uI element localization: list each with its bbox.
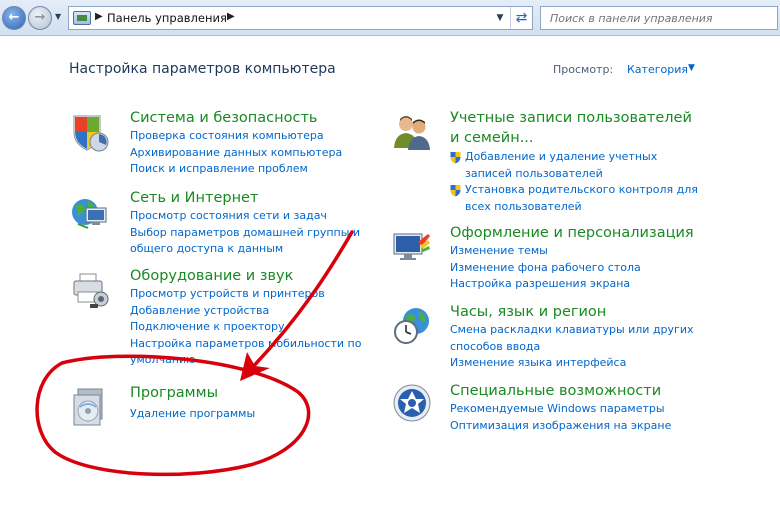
category-network-internet: Сеть и Интернет Просмотр состояния сети … — [130, 188, 365, 258]
view-label: Просмотр: — [553, 63, 614, 76]
category-title[interactable]: Учетные записи пользователей и семейн... — [450, 108, 700, 148]
category-title[interactable]: Сеть и Интернет — [130, 188, 365, 208]
control-panel-icon — [73, 11, 91, 25]
category-title[interactable]: Программы — [130, 383, 330, 403]
view-mode-dropdown[interactable]: Категория — [627, 63, 688, 76]
category-title[interactable]: Оформление и персонализация — [450, 223, 710, 243]
category-appearance: Оформление и персонализация Изменение те… — [450, 223, 710, 293]
link-optimize-visual-display[interactable]: Оптимизация изображения на экране — [450, 418, 710, 435]
user-accounts-icon — [394, 116, 430, 150]
link-change-theme[interactable]: Изменение темы — [450, 243, 710, 260]
programs-icon — [73, 388, 103, 426]
link-mobility-settings[interactable]: Настройка параметров мобильности по умол… — [130, 336, 365, 369]
back-button[interactable]: ← — [2, 6, 26, 30]
page-title: Настройка параметров компьютера — [69, 61, 336, 77]
category-title[interactable]: Оборудование и звук — [130, 266, 365, 286]
address-dropdown-icon[interactable]: ▼ — [492, 7, 508, 29]
clock-language-region-icon — [394, 308, 429, 344]
search-input[interactable] — [541, 7, 777, 29]
breadcrumb-chevron-icon[interactable]: ▶ — [227, 11, 235, 22]
link-find-fix-problems[interactable]: Поиск и исправление проблем — [130, 161, 370, 178]
address-bar[interactable]: ▶ Панель управления ▶ ▼ ⇄ — [68, 6, 533, 30]
link-parental-controls[interactable]: Установка родительского контроля для все… — [450, 182, 700, 215]
link-recommended-settings[interactable]: Рекомендуемые Windows параметры — [450, 401, 710, 418]
category-system-security: Система и безопасность Проверка состояни… — [130, 108, 370, 178]
view-mode-caret-icon[interactable]: ▼ — [688, 63, 695, 73]
recent-pages-dropdown[interactable]: ▼ — [55, 12, 61, 21]
category-programs: Программы Удаление программы — [130, 383, 330, 423]
ease-of-access-icon — [393, 384, 431, 422]
category-ease-of-access: Специальные возможности Рекомендуемые Wi… — [450, 381, 710, 434]
forward-button[interactable]: → — [28, 6, 52, 30]
category-clock-region: Часы, язык и регион Смена раскладки клав… — [450, 302, 705, 372]
link-view-network-status[interactable]: Просмотр состояния сети и задач — [130, 208, 365, 225]
link-screen-resolution[interactable]: Настройка разрешения экрана — [450, 276, 710, 293]
breadcrumb-chevron-icon[interactable]: ▶ — [95, 11, 103, 22]
category-hardware-sound: Оборудование и звук Просмотр устройств и… — [130, 266, 365, 369]
link-add-device[interactable]: Добавление устройства — [130, 303, 365, 320]
search-box[interactable] — [540, 6, 778, 30]
link-change-keyboards[interactable]: Смена раскладки клавиатуры или других сп… — [450, 322, 705, 355]
refresh-icon[interactable]: ⇄ — [510, 7, 532, 29]
link-change-display-language[interactable]: Изменение языка интерфейса — [450, 355, 705, 372]
link-change-desktop-background[interactable]: Изменение фона рабочего стола — [450, 260, 710, 277]
category-title[interactable]: Система и безопасность — [130, 108, 370, 128]
link-label[interactable]: Установка родительского контроля для все… — [465, 183, 698, 213]
address-toolbar: ← → ▼ ▶ Панель управления ▶ ▼ ⇄ — [0, 0, 780, 36]
category-title[interactable]: Часы, язык и регион — [450, 302, 705, 322]
hardware-sound-icon — [73, 273, 109, 308]
link-devices-printers[interactable]: Просмотр устройств и принтеров — [130, 286, 365, 303]
system-security-icon — [73, 115, 109, 152]
appearance-personalization-icon — [393, 233, 430, 260]
link-add-remove-accounts[interactable]: Добавление и удаление учетных записей по… — [450, 149, 700, 182]
link-connect-projector[interactable]: Подключение к проектору — [130, 319, 365, 336]
network-internet-icon — [72, 199, 107, 229]
link-label[interactable]: Добавление и удаление учетных записей по… — [465, 150, 657, 180]
breadcrumb-control-panel[interactable]: Панель управления — [107, 11, 227, 25]
category-user-accounts: Учетные записи пользователей и семейн...… — [450, 108, 700, 215]
uac-shield-icon — [450, 152, 461, 164]
link-homegroup-sharing[interactable]: Выбор параметров домашней группы и общег… — [130, 225, 365, 258]
link-check-computer-status[interactable]: Проверка состояния компьютера — [130, 128, 370, 145]
link-backup-computer[interactable]: Архивирование данных компьютера — [130, 145, 370, 162]
category-title[interactable]: Специальные возможности — [450, 381, 710, 401]
link-uninstall-program[interactable]: Удаление программы — [130, 406, 330, 423]
uac-shield-icon — [450, 185, 461, 197]
